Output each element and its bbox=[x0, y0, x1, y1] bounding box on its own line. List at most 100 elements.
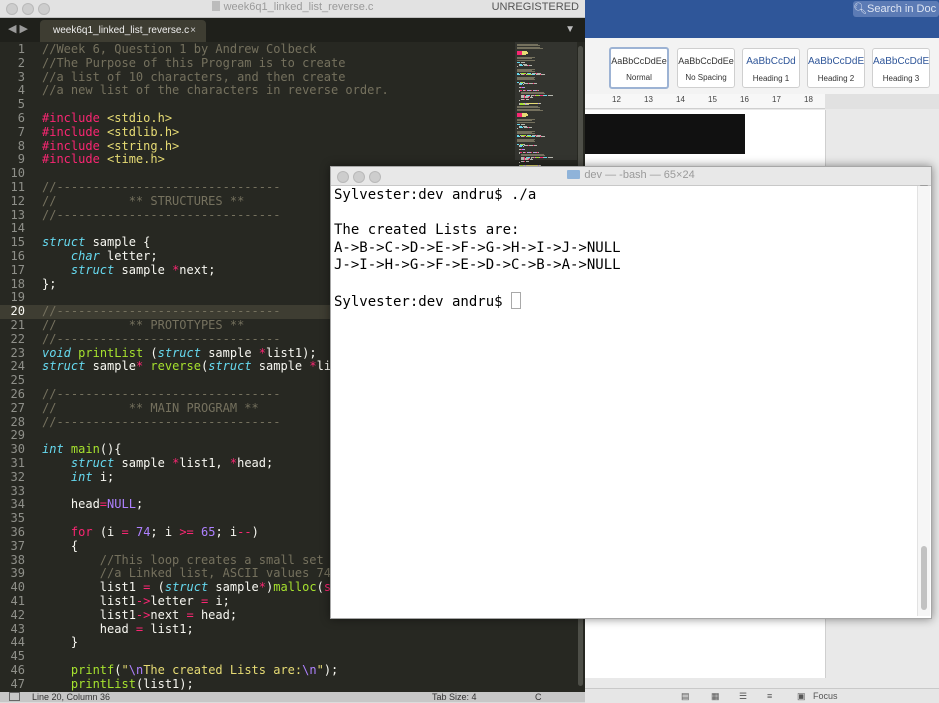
minimap-stroke bbox=[517, 121, 535, 123]
code-line[interactable]: 2 //The Purpose of this Program is to cre… bbox=[0, 56, 515, 71]
minimap-stroke bbox=[544, 156, 547, 158]
tab-label: week6q1_linked_list_reverse.c bbox=[53, 25, 190, 36]
tab-close-icon[interactable]: × bbox=[190, 20, 196, 42]
code-line[interactable]: 46 printf("\nThe created Lists are:\n"); bbox=[0, 663, 515, 678]
style-heading-2[interactable]: AaBbCcDdEe Heading 2 bbox=[807, 48, 865, 88]
code-line[interactable]: 1 //Week 6, Question 1 by Andrew Colbeck bbox=[0, 42, 515, 57]
minimap-stroke bbox=[523, 84, 524, 86]
line-number: 31 bbox=[10, 456, 25, 470]
style-normal[interactable]: AaBbCcDdEe Normal bbox=[609, 47, 669, 89]
style-heading-3[interactable]: AaBbCcDdEe Heading 3 bbox=[872, 48, 930, 88]
line-text: // ** PROTOTYPES ** bbox=[42, 318, 244, 333]
web-layout-icon[interactable]: ▦ bbox=[711, 691, 720, 702]
code-token: head; bbox=[193, 607, 238, 622]
ruler-tick: 13 bbox=[644, 95, 653, 104]
code-token: -> bbox=[135, 607, 151, 622]
tab-week6q1[interactable]: week6q1_linked_list_reverse.c × bbox=[40, 20, 206, 42]
line-number: 21 bbox=[10, 318, 25, 332]
line-number: 36 bbox=[10, 525, 25, 539]
minimap-stroke bbox=[525, 151, 526, 153]
code-token: for bbox=[70, 525, 93, 539]
terminal-scrollbar[interactable] bbox=[917, 186, 930, 616]
line-number: 24 bbox=[10, 359, 25, 374]
word-search-field[interactable]: 🔍︎Search in Doc bbox=[853, 1, 939, 17]
code-token: ) bbox=[251, 525, 259, 539]
code-token: ; bbox=[135, 497, 144, 512]
code-token: //a list of 10 characters, and then crea… bbox=[42, 69, 346, 84]
code-line[interactable]: 4 //a new list of the characters in rever… bbox=[0, 83, 515, 98]
terminal-title-text: dev — -bash — 65×24 bbox=[584, 169, 695, 181]
code-token: printf bbox=[70, 663, 115, 677]
print-layout-icon[interactable]: ▤ bbox=[681, 691, 690, 702]
line-number: 16 bbox=[10, 249, 25, 263]
terminal-prompt-line[interactable]: Sylvester:dev andru$ bbox=[334, 291, 522, 310]
code-token: struct bbox=[70, 456, 115, 470]
line-text: #include <string.h> bbox=[42, 139, 179, 154]
code-line[interactable]: 6 #include <stdio.h> bbox=[0, 111, 515, 126]
folder-icon bbox=[567, 170, 581, 179]
code-line[interactable]: 44 } bbox=[0, 635, 515, 650]
code-line[interactable]: 43 head = list1; bbox=[0, 622, 515, 637]
style-name: Heading 1 bbox=[752, 74, 790, 83]
code-token: * bbox=[258, 580, 267, 595]
tab-dropdown-icon[interactable]: ▼ bbox=[565, 24, 575, 35]
tab-size[interactable]: Tab Size: 4 bbox=[432, 692, 477, 702]
code-token: #include bbox=[42, 124, 108, 139]
code-token: The created Lists are: bbox=[143, 663, 303, 677]
code-token: * bbox=[309, 359, 317, 374]
line-text: struct sample *list1, *head; bbox=[42, 456, 273, 471]
code-line[interactable]: 47 printList(list1); bbox=[0, 677, 515, 692]
code-token: //------------------------------- bbox=[42, 207, 281, 222]
code-token: ( bbox=[150, 580, 165, 595]
terminal-line: J->I->H->G->F->E->D->C->B->A->NULL bbox=[334, 257, 621, 274]
line-number: 28 bbox=[10, 414, 25, 429]
code-token: //------------------------------- bbox=[42, 331, 281, 346]
code-token: struct bbox=[164, 580, 209, 595]
code-token: //a new list of the characters in revers… bbox=[42, 83, 389, 98]
code-line[interactable]: 7 #include <stdlib.h> bbox=[0, 124, 515, 140]
line-text: head=NULL; bbox=[42, 497, 144, 512]
code-token: ; i bbox=[215, 525, 238, 539]
line-text: #include <stdlib.h> bbox=[42, 124, 179, 140]
panel-toggle-icon[interactable] bbox=[9, 692, 20, 701]
code-line[interactable]: 5 bbox=[0, 97, 515, 112]
style-no-spacing[interactable]: AaBbCcDdEe No Spacing bbox=[677, 48, 735, 88]
code-token: struct bbox=[208, 359, 252, 374]
minimap-stroke bbox=[524, 98, 525, 100]
code-token: list1 bbox=[42, 594, 136, 608]
focus-label[interactable]: Focus bbox=[813, 691, 838, 701]
code-line[interactable]: 45 bbox=[0, 649, 515, 664]
code-token: head bbox=[42, 497, 100, 512]
syntax-mode[interactable]: C bbox=[535, 692, 542, 702]
code-token: <stdio.h> bbox=[107, 111, 173, 125]
code-token: sample bbox=[208, 580, 259, 595]
code-line[interactable]: 8 #include <string.h> bbox=[0, 139, 515, 154]
cursor-position: Line 20, Column 36 bbox=[32, 692, 111, 702]
tab-nav-arrows-icon[interactable]: ◀ ▶ bbox=[8, 22, 28, 35]
terminal-scroll-thumb[interactable] bbox=[921, 546, 927, 610]
code-token: ( bbox=[143, 345, 158, 360]
line-number: 30 bbox=[10, 442, 25, 457]
style-heading-1[interactable]: AaBbCcDd Heading 1 bbox=[742, 48, 800, 88]
terminal-output[interactable]: Sylvester:dev andru$ ./a The created Lis… bbox=[334, 186, 916, 616]
code-line[interactable]: 3 //a list of 10 characters, and then cre… bbox=[0, 69, 515, 85]
code-token: struct bbox=[42, 235, 86, 250]
line-text: //Week 6, Question 1 by Andrew Colbeck bbox=[42, 42, 317, 57]
code-token: >= bbox=[179, 525, 194, 539]
code-token: { bbox=[42, 538, 79, 553]
line-text: // ** MAIN PROGRAM ** bbox=[42, 401, 259, 416]
draft-view-icon[interactable]: ≡ bbox=[767, 691, 772, 701]
line-text: head = list1; bbox=[42, 622, 194, 637]
code-token: //------------------------------- bbox=[42, 387, 281, 401]
outline-view-icon[interactable]: ☰ bbox=[739, 691, 747, 702]
line-number: 15 bbox=[10, 235, 25, 250]
minimap-stroke bbox=[526, 98, 529, 100]
line-number: 1 bbox=[17, 42, 25, 56]
minimap-stroke bbox=[519, 99, 520, 101]
code-token: struct bbox=[70, 262, 115, 277]
focus-icon[interactable]: ▣ bbox=[797, 691, 806, 702]
minimap-stroke bbox=[548, 94, 553, 96]
